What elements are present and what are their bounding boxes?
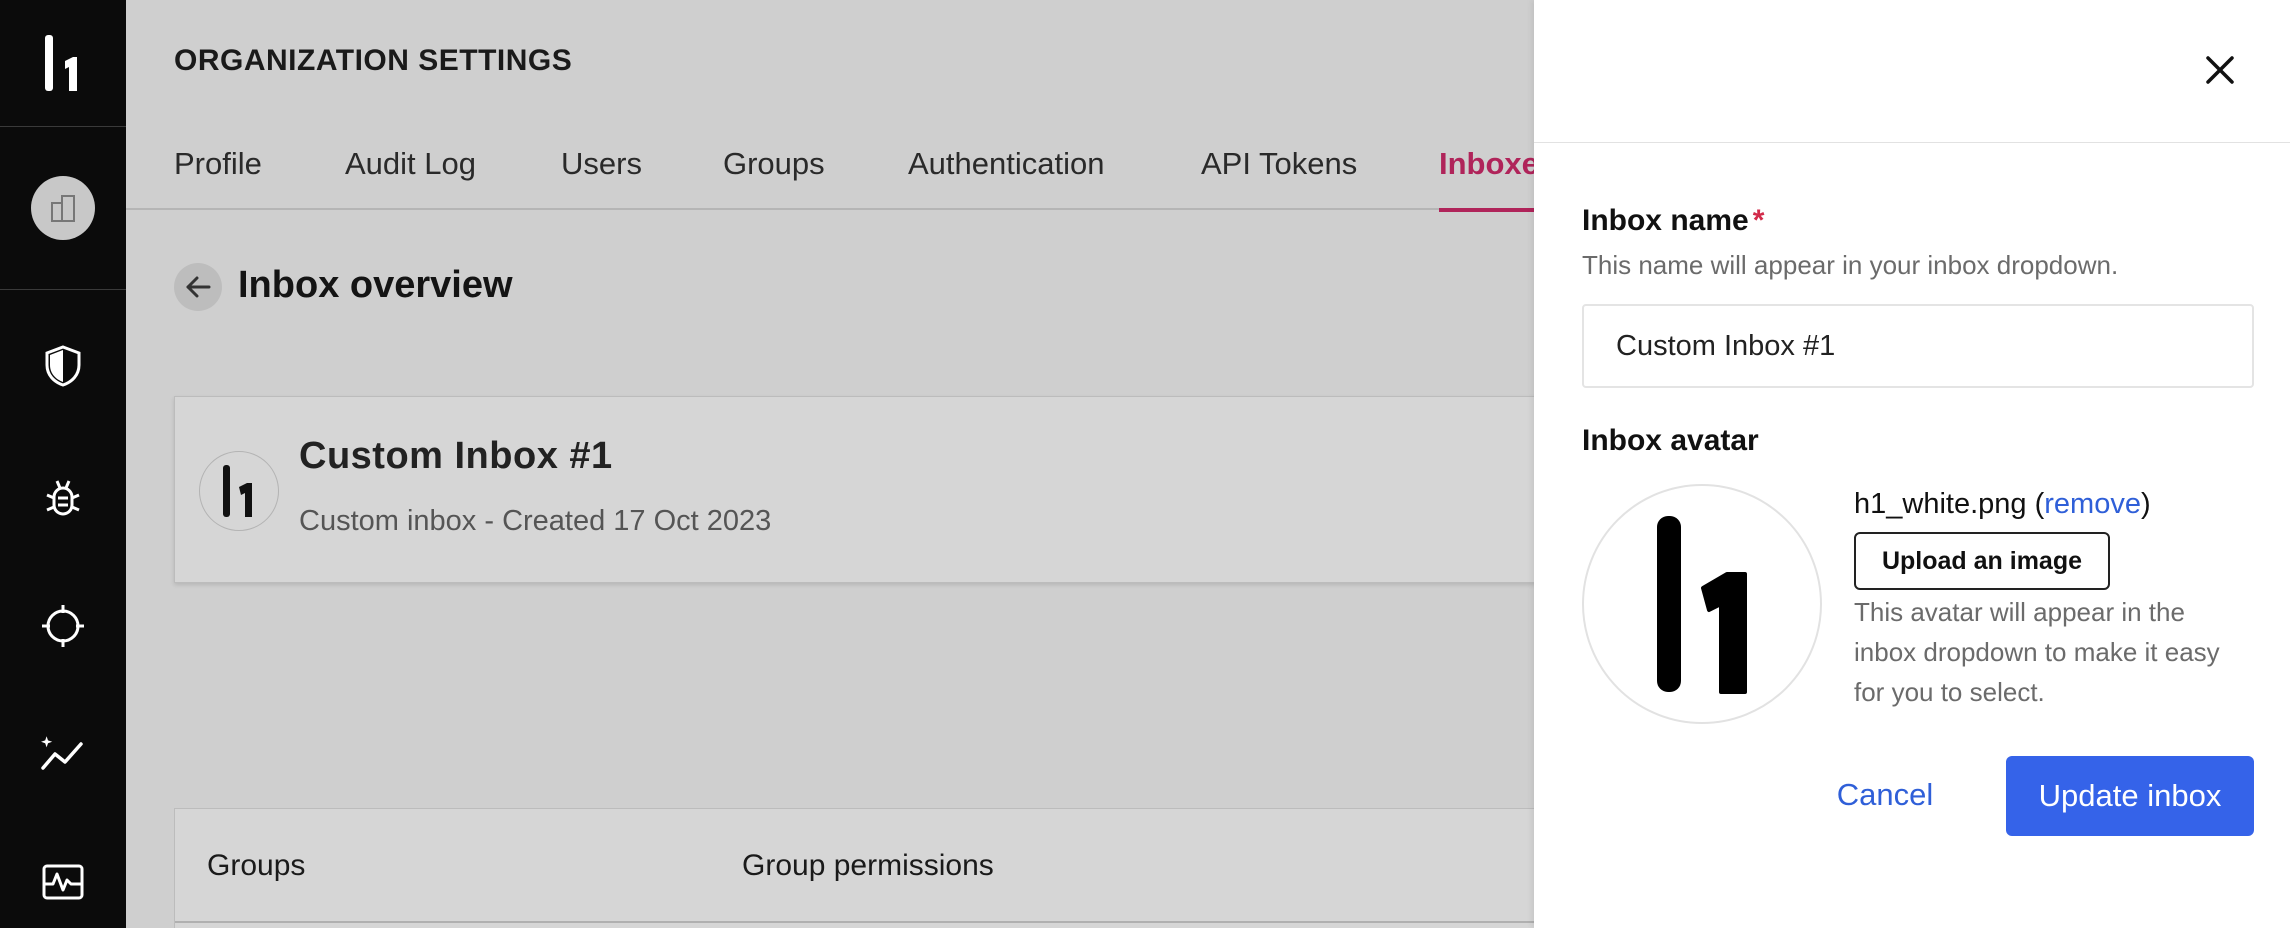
drawer-header: [1534, 0, 2290, 143]
tab-groups[interactable]: Groups: [723, 140, 825, 210]
overview-title: Inbox overview: [238, 264, 513, 306]
back-button[interactable]: [174, 263, 222, 311]
remove-avatar-link[interactable]: remove: [2044, 488, 2141, 520]
tab-users[interactable]: Users: [561, 140, 642, 210]
update-inbox-button[interactable]: Update inbox: [2006, 756, 2254, 836]
arrow-left-icon: [186, 276, 211, 298]
groups-table: Groups Group permissions: [174, 808, 1534, 928]
inbox-avatar-label: Inbox avatar: [1582, 424, 1759, 457]
tab-audit-log[interactable]: Audit Log: [345, 140, 476, 210]
column-header-group-permissions: Group permissions: [742, 849, 994, 882]
inbox-card-subtitle: Custom inbox - Created 17 Oct 2023: [299, 505, 772, 537]
target-icon: [42, 605, 84, 647]
avatar-file-line: h1_white.png (remove): [1854, 488, 2151, 521]
inbox-name-label-text: Inbox name: [1582, 204, 1749, 237]
inbox-card-name: Custom Inbox #1: [299, 435, 613, 477]
close-button[interactable]: [2198, 48, 2242, 92]
logo-icon: [223, 465, 252, 517]
app-logo[interactable]: [0, 0, 126, 127]
tab-authentication[interactable]: Authentication: [908, 140, 1104, 210]
shield-icon: [45, 345, 81, 387]
inbox-name-input[interactable]: [1582, 304, 2254, 388]
inbox-card[interactable]: Custom Inbox #1 Custom inbox - Created 1…: [174, 396, 1534, 583]
left-nav-rail: [0, 0, 126, 928]
avatar-help-text: This avatar will appear in the inbox dro…: [1854, 597, 2220, 707]
upload-image-button[interactable]: Upload an image: [1854, 532, 2110, 590]
inbox-name-label: Inbox name *: [1582, 204, 1764, 238]
inbox-card-avatar: [199, 451, 279, 531]
required-marker: *: [1752, 204, 1765, 237]
nav-settings[interactable]: [0, 852, 126, 912]
organization-avatar: [31, 176, 95, 240]
tab-api-tokens[interactable]: API Tokens: [1201, 140, 1357, 210]
column-header-groups: Groups: [207, 849, 306, 882]
organization-icon: [51, 195, 75, 222]
tab-inboxes[interactable]: Inboxes: [1439, 140, 1534, 212]
avatar-file-name: h1_white.png: [1854, 488, 2027, 520]
logo-icon: [45, 35, 77, 91]
table-divider: [175, 921, 1534, 923]
analytics-icon: [41, 736, 83, 770]
nav-targets[interactable]: [0, 596, 126, 656]
bug-icon: [46, 480, 80, 516]
close-icon: [2206, 56, 2234, 84]
settings-tabs: Profile Audit Log Users Groups Authentic…: [126, 140, 1534, 212]
inbox-avatar-preview: [1582, 484, 1822, 724]
paren-open: (: [2026, 488, 2045, 520]
cancel-button[interactable]: Cancel: [1826, 756, 1944, 834]
edit-inbox-drawer: Inbox name * This name will appear in you…: [1534, 0, 2290, 928]
inbox-name-help: This name will appear in your inbox drop…: [1582, 250, 2119, 280]
tab-profile[interactable]: Profile: [174, 140, 262, 210]
nav-bugs[interactable]: [0, 468, 126, 528]
settings-sliders-icon: [42, 864, 84, 900]
logo-icon: [1657, 516, 1747, 694]
paren-close: ): [2140, 488, 2151, 520]
main-content: ORGANIZATION SETTINGS Profile Audit Log …: [126, 0, 1534, 928]
nav-analytics[interactable]: [0, 724, 126, 784]
nav-security[interactable]: [0, 336, 126, 396]
page-title: ORGANIZATION SETTINGS: [174, 44, 573, 77]
organization-switcher[interactable]: [0, 127, 126, 290]
